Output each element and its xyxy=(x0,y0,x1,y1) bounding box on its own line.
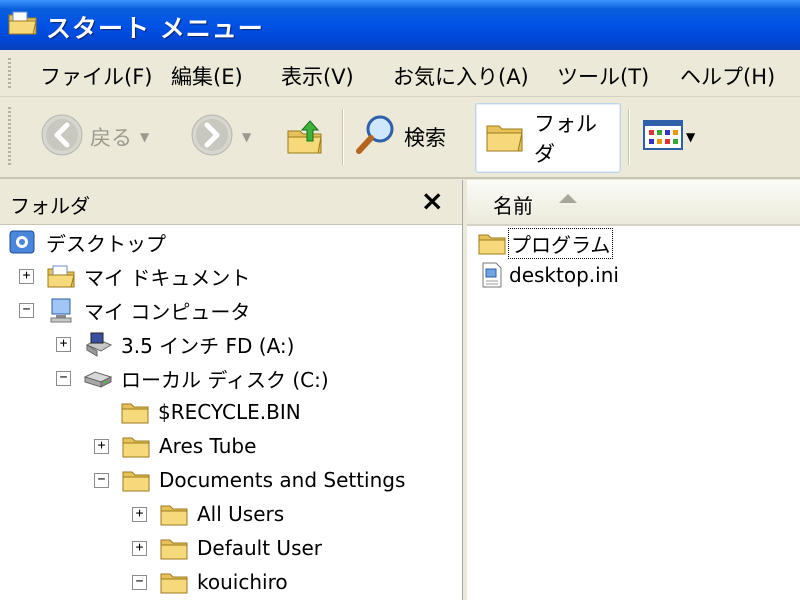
expand-toggle-icon[interactable]: + xyxy=(132,506,147,522)
tree-item-label: マイ コンピュータ xyxy=(84,299,251,324)
tree-item-label: All Users xyxy=(197,502,285,526)
start-menu-folder-icon xyxy=(8,10,38,36)
tree-item-label: Ares Tube xyxy=(159,434,257,458)
expand-toggle-icon[interactable]: + xyxy=(132,540,147,556)
expand-toggle-icon[interactable]: + xyxy=(56,336,71,352)
search-magnifier-icon xyxy=(354,113,398,161)
sort-ascending-icon xyxy=(559,194,577,203)
tree-item-label: $RECYCLE.BIN xyxy=(158,400,301,424)
menu-help[interactable]: ヘルプ(H) xyxy=(680,61,775,91)
window-title: スタート メニュー xyxy=(46,14,264,43)
folders-pane-header: フォルダ × xyxy=(0,180,462,225)
forward-button[interactable]: ▼ xyxy=(190,103,251,171)
menu-bar: ファイル(F) 編集(E) 表示(V) お気に入り(A) ツール(T) ヘルプ(… xyxy=(0,50,800,97)
file-item-label: desktop.ini xyxy=(509,263,619,287)
tree-item-label: デスクトップ xyxy=(46,231,166,256)
menu-edit[interactable]: 編集(E) xyxy=(171,61,243,91)
column-name-label: 名前 xyxy=(493,194,533,218)
back-arrow-icon xyxy=(40,113,84,161)
folders-pane-title: フォルダ xyxy=(10,194,90,218)
toolbar-grip[interactable] xyxy=(8,107,11,167)
back-label: 戻る xyxy=(90,126,132,150)
tree-item-label: 3.5 インチ FD (A:) xyxy=(121,333,295,358)
search-button[interactable]: 検索 xyxy=(354,103,446,171)
tree-item-label: マイ ドキュメント xyxy=(84,265,251,290)
folders-pane: フォルダ × デスクトップ + マイ ドキュメント − マイ コンピュータ + … xyxy=(0,180,463,600)
menu-favorites[interactable]: お気に入り(A) xyxy=(393,61,529,91)
folders-button[interactable]: フォルダ xyxy=(475,103,621,173)
tree-item-kouichiro[interactable]: − kouichiro xyxy=(132,566,288,598)
back-button[interactable]: 戻る ▼ xyxy=(40,103,149,171)
desktop-icon xyxy=(8,229,38,255)
tree-item-label: Documents and Settings xyxy=(159,468,406,492)
tree-item-ares-tube[interactable]: + Ares Tube xyxy=(94,430,256,462)
folder-icon xyxy=(121,433,151,459)
file-item-label: プログラム xyxy=(507,227,614,259)
tree-item-label: Default User xyxy=(197,536,323,560)
folder-icon xyxy=(121,467,151,493)
tree-item-recycle-bin-folder[interactable]: $RECYCLE.BIN xyxy=(120,396,301,428)
settings-file-icon xyxy=(477,262,507,288)
toolbar-separator xyxy=(628,109,630,165)
views-button[interactable]: ▼ xyxy=(642,103,695,171)
tree-item-default-user[interactable]: + Default User xyxy=(132,532,322,564)
up-folder-icon xyxy=(284,113,328,161)
collapse-toggle-icon[interactable]: − xyxy=(56,370,71,386)
collapse-toggle-icon[interactable]: − xyxy=(19,302,34,318)
collapse-toggle-icon[interactable]: − xyxy=(94,472,109,488)
my-computer-icon xyxy=(46,297,76,323)
toolbar-separator xyxy=(342,109,344,165)
expand-toggle-icon[interactable]: + xyxy=(19,268,34,284)
close-icon[interactable]: × xyxy=(421,184,444,217)
file-list-pane: 名前 プログラム desktop.ini xyxy=(467,180,800,600)
tree-item-documents-and-settings[interactable]: − Documents and Settings xyxy=(94,464,405,496)
folder-icon xyxy=(159,569,189,595)
column-header-name[interactable]: 名前 xyxy=(467,180,800,226)
up-folder-button[interactable] xyxy=(284,103,328,171)
folder-icon xyxy=(477,230,507,256)
hard-disk-icon xyxy=(83,365,113,391)
file-item-desktop-ini[interactable]: desktop.ini xyxy=(477,260,619,290)
tree-item-my-documents[interactable]: + マイ ドキュメント xyxy=(19,260,250,292)
tree-item-all-users[interactable]: + All Users xyxy=(132,498,284,530)
menu-view[interactable]: 表示(V) xyxy=(281,61,354,91)
title-bar[interactable]: スタート メニュー xyxy=(0,0,800,50)
search-label: 検索 xyxy=(404,126,446,150)
folders-icon xyxy=(484,116,528,160)
file-item-programs-folder[interactable]: プログラム xyxy=(477,227,614,259)
forward-dropdown-arrow-icon[interactable]: ▼ xyxy=(242,130,251,144)
folders-label: フォルダ xyxy=(534,112,597,166)
folder-icon xyxy=(120,399,150,425)
floppy-drive-icon xyxy=(83,331,113,357)
tree-item-local-disk-c[interactable]: − ローカル ディスク (C:) xyxy=(56,362,329,394)
folder-icon xyxy=(159,535,189,561)
menu-bar-grip[interactable] xyxy=(8,58,11,88)
tree-item-label: kouichiro xyxy=(197,570,288,594)
toolbar: 戻る ▼ ▼ 検索 フォルダ ▼ xyxy=(0,97,800,179)
expand-toggle-icon[interactable]: + xyxy=(94,438,109,454)
forward-arrow-icon xyxy=(190,113,234,161)
tree-item-desktop[interactable]: デスクトップ xyxy=(8,226,166,258)
tree-item-my-computer[interactable]: − マイ コンピュータ xyxy=(19,294,250,326)
folder-icon xyxy=(159,501,189,527)
back-dropdown-arrow-icon[interactable]: ▼ xyxy=(140,130,149,144)
menu-tools[interactable]: ツール(T) xyxy=(557,61,649,91)
tree-item-floppy-drive[interactable]: + 3.5 インチ FD (A:) xyxy=(56,328,294,360)
tree-item-label: ローカル ディスク (C:) xyxy=(121,367,329,392)
my-documents-icon xyxy=(46,263,76,289)
views-grid-icon xyxy=(642,117,686,157)
views-dropdown-arrow-icon[interactable]: ▼ xyxy=(686,130,695,144)
collapse-toggle-icon[interactable]: − xyxy=(132,574,147,590)
menu-file[interactable]: ファイル(F) xyxy=(40,61,152,91)
